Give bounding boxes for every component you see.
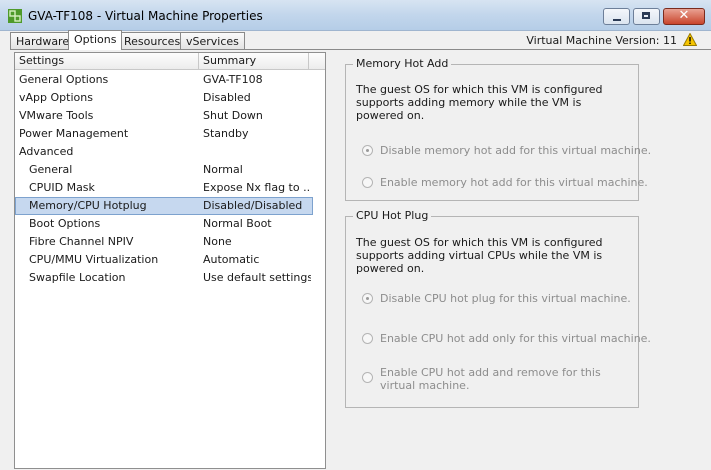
column-header-filler (309, 53, 325, 69)
radio-button[interactable] (362, 293, 373, 304)
setting-summary: Use default settings (203, 271, 311, 284)
setting-summary: Automatic (203, 253, 260, 266)
tab-vservices[interactable]: vServices (180, 32, 245, 49)
radio-label: Disable memory hot add for this virtual … (380, 144, 652, 157)
radio-button[interactable] (362, 333, 373, 344)
memory-hot-add-group: Memory Hot Add The guest OS for which th… (345, 57, 651, 201)
setting-name: vApp Options (19, 91, 93, 104)
setting-summary: Standby (203, 127, 249, 140)
maximize-button[interactable] (633, 8, 660, 25)
cpu-hot-plug-title: CPU Hot Plug (353, 209, 432, 222)
setting-summary: Normal Boot (203, 217, 272, 230)
list-row-vapp-options[interactable]: vApp Options Disabled (15, 89, 313, 107)
list-row-advanced[interactable]: Advanced (15, 143, 313, 161)
memory-hot-add-description: The guest OS for which this VM is config… (356, 83, 603, 122)
close-icon: ✕ (678, 8, 690, 23)
setting-name: Advanced (19, 145, 74, 158)
list-row-power-management[interactable]: Power Management Standby (15, 125, 313, 143)
column-header-settings[interactable]: Settings (15, 53, 199, 69)
list-row-general-options[interactable]: General Options GVA-TF108 (15, 71, 313, 89)
close-button[interactable]: ✕ (663, 8, 705, 25)
radio-button[interactable] (362, 145, 373, 156)
window-title: GVA-TF108 - Virtual Machine Properties (28, 9, 263, 23)
list-row-fibre-channel-npiv[interactable]: Fibre Channel NPIV None (15, 233, 313, 251)
list-row-cpuid-mask[interactable]: CPUID Mask Expose Nx flag to ... (15, 179, 313, 197)
list-row-cpu-mmu-virtualization[interactable]: CPU/MMU Virtualization Automatic (15, 251, 313, 269)
warning-icon (683, 33, 697, 46)
radio-label: Enable CPU hot add only for this virtual… (380, 332, 651, 345)
tab-hardware[interactable]: Hardware (10, 32, 76, 49)
radio-label: Enable CPU hot add and remove for this v… (380, 366, 601, 392)
setting-summary: GVA-TF108 (203, 73, 263, 86)
memory-hot-add-title: Memory Hot Add (353, 57, 452, 70)
list-row-memory-cpu-hotplug[interactable]: Memory/CPU Hotplug Disabled/Disabled (15, 197, 313, 215)
setting-name: CPU/MMU Virtualization (29, 253, 159, 266)
setting-summary: Disabled/Disabled (203, 199, 303, 212)
list-row-boot-options[interactable]: Boot Options Normal Boot (15, 215, 313, 233)
setting-summary: Normal (203, 163, 243, 176)
setting-summary: Disabled (203, 91, 251, 104)
cpu-hot-plug-group: CPU Hot Plug The guest OS for which this… (345, 209, 651, 408)
setting-name: Fibre Channel NPIV (29, 235, 134, 248)
list-row-swapfile-location[interactable]: Swapfile Location Use default settings (15, 269, 313, 287)
setting-name: Power Management (19, 127, 129, 140)
vsphere-app-icon (8, 9, 22, 23)
list-header: Settings Summary (15, 53, 325, 70)
minimize-icon (613, 19, 621, 21)
setting-summary: None (203, 235, 232, 248)
setting-name: CPUID Mask (29, 181, 95, 194)
list-row-general[interactable]: General Normal (15, 161, 313, 179)
title-bar: GVA-TF108 - Virtual Machine Properties ✕ (0, 0, 711, 31)
setting-summary: Shut Down (203, 109, 263, 122)
radio-label: Enable memory hot add for this virtual m… (380, 176, 648, 189)
column-header-summary[interactable]: Summary (199, 53, 309, 69)
tab-resources[interactable]: Resources (118, 32, 187, 49)
minimize-button[interactable] (603, 8, 630, 25)
tab-options[interactable]: Options (68, 30, 123, 50)
maximize-icon (642, 12, 650, 19)
setting-name: Boot Options (29, 217, 101, 230)
radio-button[interactable] (362, 372, 373, 383)
radio-button[interactable] (362, 177, 373, 188)
setting-name: General Options (19, 73, 109, 86)
vm-version-label: Virtual Machine Version: 11 (526, 34, 677, 47)
settings-list[interactable]: Settings Summary General Options GVA-TF1… (14, 52, 326, 469)
setting-name: VMware Tools (19, 109, 94, 122)
setting-name: Memory/CPU Hotplug (29, 199, 147, 212)
setting-summary: Expose Nx flag to ... (203, 181, 311, 194)
list-row-vmware-tools[interactable]: VMware Tools Shut Down (15, 107, 313, 125)
setting-name: Swapfile Location (29, 271, 126, 284)
setting-name: General (29, 163, 73, 176)
cpu-hot-plug-description: The guest OS for which this VM is config… (356, 236, 603, 275)
radio-label: Disable CPU hot plug for this virtual ma… (380, 292, 631, 305)
